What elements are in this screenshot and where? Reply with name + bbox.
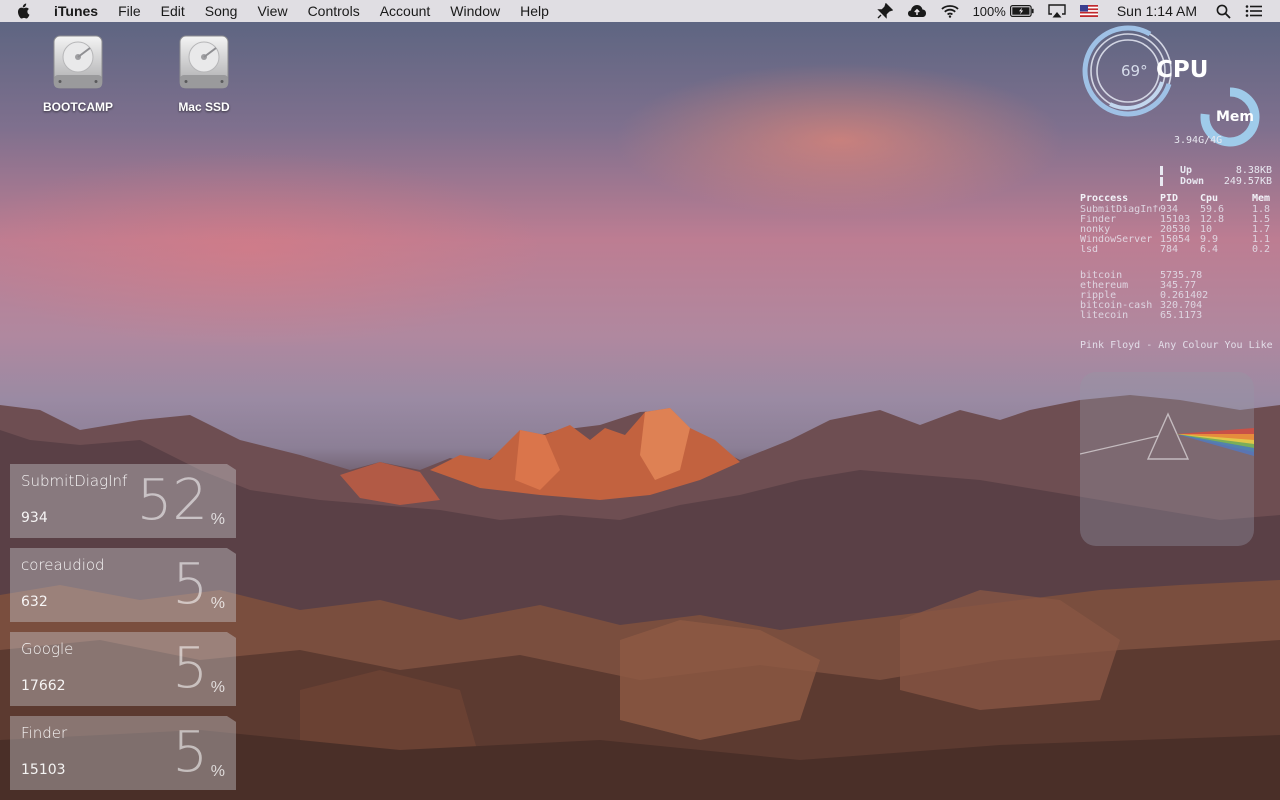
battery-percent: 100% xyxy=(972,3,1006,19)
mem-label: Mem xyxy=(1216,109,1255,125)
tile-cpu-percent: 5 xyxy=(172,720,208,785)
menu-file[interactable]: File xyxy=(108,0,151,22)
tile-process-name: Google xyxy=(21,640,74,658)
disk-mac-ssd[interactable]: Mac SSD xyxy=(159,32,249,114)
network-down-row: Down 249.57KB xyxy=(1160,176,1272,187)
top-process-tile: Finder 15103 5 % xyxy=(10,716,236,790)
hard-drive-icon xyxy=(48,32,108,92)
crypto-prices: bitcoin 5735.78 ethereum 345.77 ripple 0… xyxy=(1080,271,1270,321)
cloud-icon[interactable] xyxy=(900,0,934,22)
network-widget: Up 8.38KB Down 249.57KB xyxy=(1160,165,1272,187)
down-bar xyxy=(1160,177,1163,186)
tile-percent-sign: % xyxy=(210,679,225,696)
airplay-icon[interactable] xyxy=(1041,0,1073,22)
menu-account[interactable]: Account xyxy=(370,0,441,22)
cpu-memory-widget: 69° CPU Mem 3.94G/4G xyxy=(1080,24,1270,154)
cpu-label: CPU xyxy=(1156,57,1209,83)
col-process: Proccess xyxy=(1080,193,1129,204)
notification-center-icon[interactable] xyxy=(1238,0,1270,22)
process-name: lsd xyxy=(1080,245,1099,255)
pin-icon[interactable] xyxy=(870,0,900,22)
tile-process-pid: 15103 xyxy=(21,762,66,778)
tile-process-name: SubmitDiagInf xyxy=(21,472,128,490)
process-cpu: 6.4 xyxy=(1200,244,1219,255)
table-row: lsd 784 6.4 0.2 xyxy=(1080,245,1270,255)
battery-icon xyxy=(1009,5,1034,17)
tile-percent-sign: % xyxy=(210,595,225,612)
up-label: Up xyxy=(1180,165,1193,176)
battery-indicator[interactable]: 100% xyxy=(966,0,1041,22)
tile-cpu-percent: 52 xyxy=(136,468,208,533)
process-name: nonky xyxy=(1080,225,1111,235)
us-flag-icon[interactable] xyxy=(1073,0,1105,22)
coin-value: 65.1173 xyxy=(1160,310,1203,321)
tile-process-name: coreaudiod xyxy=(21,556,105,574)
menu-view[interactable]: View xyxy=(247,0,297,22)
process-table: Proccess PID Cpu Mem SubmitDiagInfo 934 … xyxy=(1080,193,1270,255)
top-process-tile: coreaudiod 632 5 % xyxy=(10,548,236,622)
apple-icon[interactable] xyxy=(0,3,44,19)
top-process-tile: Google 17662 5 % xyxy=(10,632,236,706)
tile-process-name: Finder xyxy=(21,724,68,742)
tile-process-pid: 17662 xyxy=(21,678,66,694)
tile-cpu-percent: 5 xyxy=(172,636,208,701)
tile-process-pid: 632 xyxy=(21,594,48,610)
menu-bar: iTunes File Edit Song View Controls Acco… xyxy=(0,0,1280,22)
album-art[interactable] xyxy=(1080,372,1254,546)
process-pid: 784 xyxy=(1160,244,1179,255)
hard-drive-icon xyxy=(174,32,234,92)
menu-window[interactable]: Window xyxy=(440,0,510,22)
spotlight-search-icon[interactable] xyxy=(1209,0,1238,22)
tile-percent-sign: % xyxy=(210,763,225,780)
tile-cpu-percent: 5 xyxy=(172,552,208,617)
disk-label: BOOTCAMP xyxy=(43,100,113,114)
process-name: WindowServer xyxy=(1080,235,1153,245)
mem-value: 3.94G/4G xyxy=(1174,135,1223,146)
top-process-tile: SubmitDiagInf 934 52 % xyxy=(10,464,236,538)
process-name: Finder xyxy=(1080,215,1117,225)
now-playing-text: Pink Floyd - Any Colour You Like xyxy=(1080,340,1273,351)
network-up-row: Up 8.38KB xyxy=(1160,165,1272,176)
process-name: SubmitDiagInfo xyxy=(1080,205,1160,215)
disk-bootcamp[interactable]: BOOTCAMP xyxy=(33,32,123,114)
process-mem: 0.2 xyxy=(1251,244,1270,255)
down-value: 249.57KB xyxy=(1223,176,1272,187)
menu-edit[interactable]: Edit xyxy=(151,0,195,22)
down-label: Down xyxy=(1180,176,1205,187)
menu-controls[interactable]: Controls xyxy=(298,0,370,22)
cpu-temperature: 69° xyxy=(1121,62,1148,80)
tile-process-pid: 934 xyxy=(21,510,48,526)
coin-name: litecoin xyxy=(1080,310,1129,321)
menu-song[interactable]: Song xyxy=(195,0,248,22)
menu-app-itunes[interactable]: iTunes xyxy=(44,0,108,22)
wifi-icon[interactable] xyxy=(934,0,966,22)
prism-icon xyxy=(1080,412,1254,460)
menu-help[interactable]: Help xyxy=(510,0,559,22)
up-bar xyxy=(1160,166,1163,175)
up-value: 8.38KB xyxy=(1235,165,1272,176)
desktop: iTunes File Edit Song View Controls Acco… xyxy=(0,0,1280,800)
list-item: litecoin 65.1173 xyxy=(1080,311,1270,321)
disk-label: Mac SSD xyxy=(178,100,230,114)
tile-percent-sign: % xyxy=(210,511,225,528)
clock[interactable]: Sun 1:14 AM xyxy=(1105,0,1209,22)
